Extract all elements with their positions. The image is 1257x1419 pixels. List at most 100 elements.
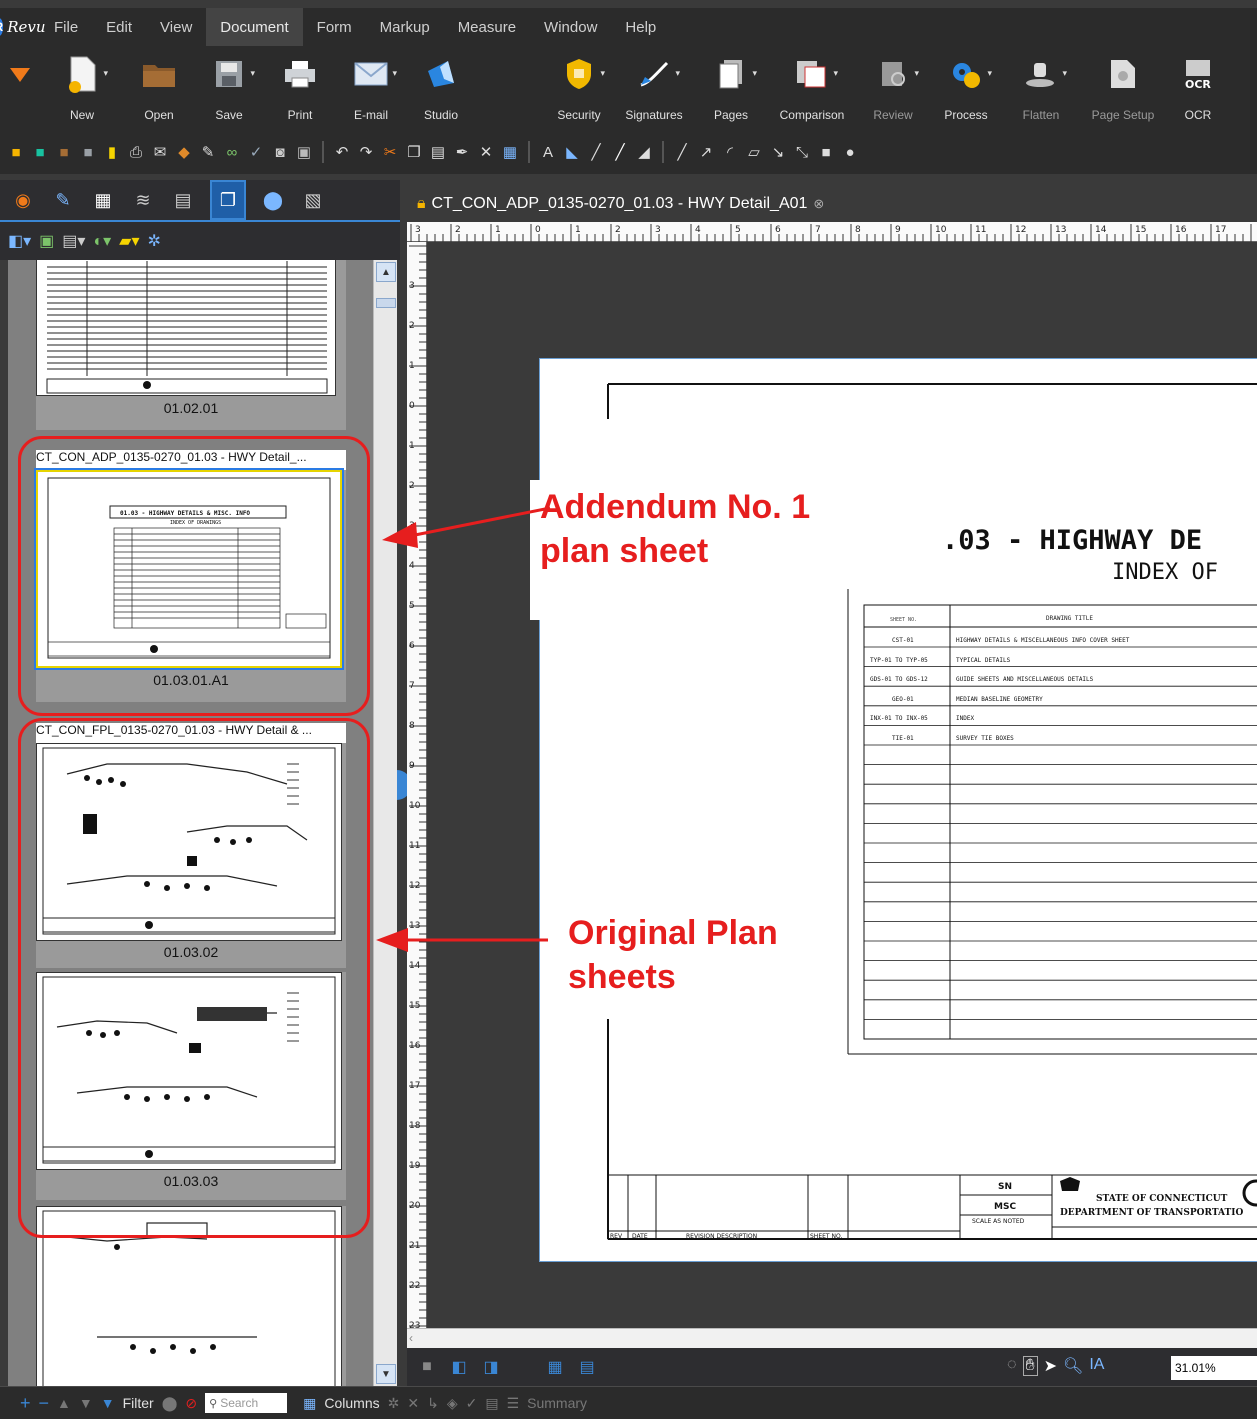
edit-icon[interactable]: ✎ [198,142,218,162]
tab-tool-chest-icon[interactable]: ◉ [10,187,36,213]
new-icon[interactable]: ■ [6,142,26,162]
menu-measure[interactable]: Measure [444,8,530,46]
export-icon[interactable]: ▤ [485,1395,498,1412]
page-setup-button[interactable]: Page Setup [1078,46,1168,130]
menu-form[interactable]: Form [303,8,366,46]
pen-line-icon[interactable]: ╱ [586,142,606,162]
move-up-icon[interactable]: ▲ [57,1395,71,1411]
comparison-button[interactable]: ▾ Comparison [766,46,858,130]
search-input[interactable]: ⚲ Search [205,1393,288,1413]
clear-filter-icon[interactable]: ⬤ [162,1395,178,1412]
callout-icon[interactable]: ↘ [768,142,788,162]
process-button[interactable]: ▾ Process [928,46,1004,130]
extract-page-icon[interactable]: ▤▾ [62,231,85,251]
pages-button[interactable]: ▾ Pages [696,46,766,130]
app-logo[interactable]: R Revu [0,8,46,46]
rectangle-icon[interactable]: ■ [816,142,836,162]
flatten-button[interactable]: ▾ Flatten [1004,46,1078,130]
previous-view-icon[interactable]: ◧ [447,1356,471,1378]
thumbnails-scrollbar[interactable]: ▲ ▼ [373,260,397,1386]
remove-icon[interactable]: − [39,1393,50,1414]
menu-file[interactable]: File [40,8,92,46]
scrollbar-thumb[interactable] [376,298,396,308]
menu-window[interactable]: Window [530,8,611,46]
continuous-icon[interactable]: ▦ [543,1356,567,1378]
check-icon[interactable]: ✓ [466,1395,478,1412]
select-arrow-icon[interactable]: ➤ [1044,1356,1057,1376]
document-canvas[interactable]: SHEET NO. DRAWING TITLE CST-01 HIGHWAY D… [427,242,1257,1328]
summary-label[interactable]: Summary [527,1395,587,1411]
signatures-button[interactable]: ▾ Signatures [612,46,696,130]
security-button[interactable]: ▾ Security [546,46,612,130]
reply-icon[interactable]: ↳ [427,1395,439,1412]
tab-thumbnail-grid-icon[interactable]: ▦ [90,187,116,213]
pen-icon[interactable]: ✒ [452,142,472,162]
arrow-icon[interactable]: ↗ [696,142,716,162]
status-icon[interactable]: ◈ [447,1395,458,1412]
thumb-options-icon[interactable]: ◧▾ [8,231,31,251]
scroll-down-icon[interactable]: ▼ [376,1364,396,1384]
email-small-icon[interactable]: ✉ [150,142,170,162]
next-view-icon[interactable]: ◨ [479,1356,503,1378]
dimension-icon[interactable]: ⤡ [792,142,812,162]
undo-icon[interactable]: ↶ [332,142,352,162]
tab-thumbnails-icon[interactable]: ❐ [210,180,246,220]
print-small-icon[interactable]: ⎙ [126,142,146,162]
flatten-small-icon[interactable]: ▣ [294,142,314,162]
no-filter-icon[interactable]: ⊘ [185,1395,197,1412]
new-button[interactable]: ▾ New [40,46,124,130]
paste-icon[interactable]: ▤ [428,142,448,162]
text-icon[interactable]: A [538,142,558,162]
notes-icon[interactable]: ▮ [102,142,122,162]
move-down-icon[interactable]: ▼ [79,1395,93,1411]
filter-label[interactable]: Filter [123,1395,154,1411]
polyline-icon[interactable]: ▱ [744,142,764,162]
tab-properties-icon[interactable]: ▤ [170,187,196,213]
tab-layers-icon[interactable]: ≋ [130,187,156,213]
close-tab-icon[interactable]: ⊗ [813,196,824,212]
menu-view[interactable]: View [146,8,206,46]
zoom-icon[interactable]: 🔍︎ [1063,1356,1083,1376]
text-select-icon[interactable]: IA [1089,1356,1104,1376]
add-icon[interactable]: + [20,1393,31,1414]
markup-list-icon[interactable]: ▦ [500,142,520,162]
studio-button[interactable]: Studio [406,46,476,130]
split-icon[interactable]: ▤ [575,1356,599,1378]
highlight-icon[interactable]: ◣ [562,142,582,162]
print-button[interactable]: Print [264,46,336,130]
eraser-icon[interactable]: ◢ [634,142,654,162]
capture-icon[interactable]: ■ [30,142,50,162]
filter-icon[interactable]: ▼ [101,1395,115,1411]
cut-icon[interactable]: ✂ [380,142,400,162]
document-horizontal-scrollbar[interactable]: ‹ [407,1328,1257,1348]
scroll-up-icon[interactable]: ▲ [376,262,396,282]
menu-edit[interactable]: Edit [92,8,146,46]
thumbnail-01-02-01[interactable]: 01.02.01 [36,260,346,430]
copy-icon[interactable]: ❐ [404,142,424,162]
columns-icon[interactable]: ▦ [303,1395,316,1412]
save-small-icon[interactable]: ■ [78,142,98,162]
stamp-icon[interactable]: ◆ [174,142,194,162]
summary-icon[interactable]: ☰ [507,1395,520,1412]
ellipse-icon[interactable]: ● [840,142,860,162]
menu-document[interactable]: Document [206,8,303,46]
open-button[interactable]: Open [124,46,194,130]
zoom-input[interactable]: 31.01% [1171,1356,1257,1380]
spellcheck-icon[interactable]: ✓ [246,142,266,162]
single-page-icon[interactable]: ■ [415,1356,439,1378]
settings-icon[interactable]: ✲ [388,1395,400,1412]
scroll-left-icon[interactable]: ‹ [409,1331,425,1347]
email-button[interactable]: ▾ E-mail [336,46,406,130]
columns-label[interactable]: Columns [324,1395,379,1411]
save-button[interactable]: ▾ Save [194,46,264,130]
close-icon[interactable]: ✕ [407,1395,419,1412]
settings-gear-icon[interactable]: ✲ [147,231,160,251]
tab-pen-icon[interactable]: ✎ [50,187,76,213]
redo-icon[interactable]: ↷ [356,142,376,162]
toolbar-collapse-button[interactable] [0,46,40,130]
highlighter-icon[interactable]: ╱ [610,142,630,162]
menu-help[interactable]: Help [611,8,670,46]
ocr-small-icon[interactable]: ◙ [270,142,290,162]
menu-markup[interactable]: Markup [366,8,444,46]
pan-hand-icon[interactable]: ✋︎ [1022,1356,1038,1376]
